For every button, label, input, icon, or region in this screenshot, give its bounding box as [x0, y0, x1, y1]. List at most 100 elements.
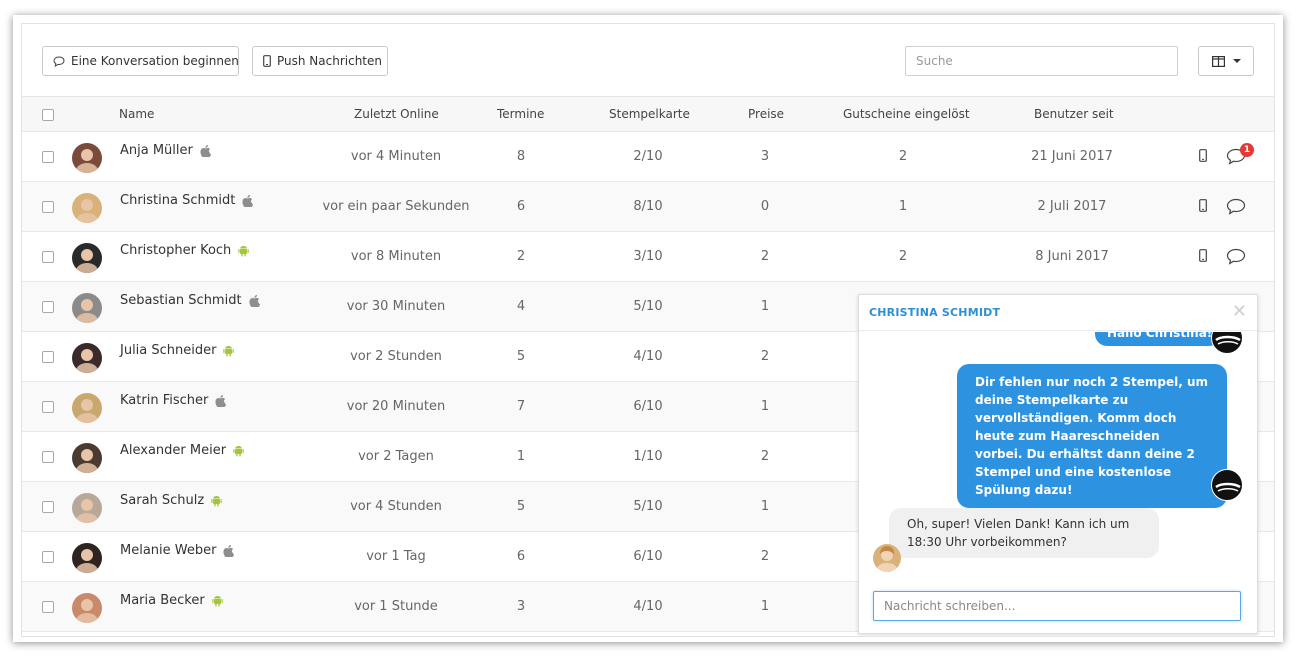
- appointments-cell: 5: [516, 349, 526, 364]
- column-header-user-since[interactable]: Benutzer seit: [1034, 107, 1114, 121]
- chat-message-text: Dir fehlen nur noch 2 Stempel, um deine …: [975, 375, 1209, 497]
- stamp-card-cell: 4/10: [633, 349, 663, 364]
- start-conversation-button[interactable]: Eine Konversation beginnen: [42, 46, 239, 76]
- push-messages-button[interactable]: Push Nachrichten: [252, 46, 388, 76]
- mobile-phone-icon[interactable]: [1199, 147, 1207, 166]
- stamp-card-cell: 3/10: [633, 249, 663, 264]
- user-name-cell[interactable]: Christina Schmidt: [120, 193, 254, 208]
- mobile-phone-icon[interactable]: [1199, 197, 1207, 216]
- unread-badge: 1: [1240, 143, 1254, 157]
- column-toggle-button[interactable]: [1198, 46, 1254, 76]
- stamp-card-cell: 4/10: [633, 599, 663, 614]
- search-input[interactable]: [905, 46, 1178, 76]
- user-since-cell: 8 Juni 2017: [1035, 249, 1109, 264]
- stamp-card-cell: 5/10: [633, 299, 663, 314]
- start-conversation-label: Eine Konversation beginnen: [71, 54, 239, 68]
- appointments-cell: 8: [516, 149, 526, 164]
- user-name: Sebastian Schmidt: [120, 293, 242, 308]
- stamp-card-cell: 5/10: [633, 499, 663, 514]
- user-name-cell[interactable]: Melanie Weber: [120, 543, 235, 558]
- prizes-cell: 3: [760, 149, 770, 164]
- stamp-card-cell: 6/10: [633, 549, 663, 564]
- avatar: [72, 443, 102, 473]
- android-icon: [212, 595, 223, 607]
- stamp-card-cell: 2/10: [633, 149, 663, 164]
- android-icon: [211, 495, 222, 507]
- chat-messages: Hallo Christina! Dir fehlen nur noch 2 S…: [859, 332, 1257, 580]
- row-checkbox[interactable]: [42, 251, 54, 263]
- user-name-cell[interactable]: Christopher Koch: [120, 243, 249, 258]
- user-since-cell: 21 Juni 2017: [1031, 149, 1113, 164]
- mobile-phone-icon: [263, 55, 271, 67]
- appointments-cell: 3: [516, 599, 526, 614]
- user-name-cell[interactable]: Julia Schneider: [120, 343, 235, 358]
- last-online-cell: vor 1 Tag: [366, 549, 426, 564]
- appointments-cell: 5: [516, 499, 526, 514]
- user-name-cell[interactable]: Sebastian Schmidt: [120, 293, 260, 308]
- user-name: Anja Müller: [120, 143, 193, 158]
- table-row[interactable]: Anja Müller vor 4 Minuten 8 2/10 3 2 21 Juni 2…: [22, 132, 1274, 182]
- last-online-cell: vor 20 Minuten: [346, 399, 446, 414]
- user-name: Julia Schneider: [120, 343, 217, 358]
- chat-icon[interactable]: [1226, 248, 1246, 269]
- chat-title: CHRISTINA SCHMIDT: [869, 306, 1001, 319]
- user-name-cell[interactable]: Maria Becker: [120, 593, 223, 608]
- prizes-cell: 1: [760, 299, 770, 314]
- avatar: [72, 593, 102, 623]
- chat-message-outgoing: Hallo Christina!: [1095, 332, 1221, 346]
- user-name-cell[interactable]: Alexander Meier: [120, 443, 244, 458]
- prizes-cell: 1: [760, 599, 770, 614]
- chat-message-text: Hallo Christina!: [1107, 332, 1213, 340]
- prizes-cell: 2: [760, 249, 770, 264]
- last-online-cell: vor 2 Stunden: [350, 349, 442, 364]
- row-checkbox[interactable]: [42, 401, 54, 413]
- column-header-name[interactable]: Name: [119, 107, 154, 121]
- column-header-vouchers[interactable]: Gutscheine eingelöst: [843, 107, 970, 121]
- apple-icon: [215, 394, 227, 407]
- close-icon[interactable]: ✕: [1232, 301, 1247, 322]
- user-name: Christina Schmidt: [120, 193, 236, 208]
- table-header: Name Zuletzt Online Termine Stempelkarte…: [22, 96, 1274, 132]
- user-since-cell: 2 Juli 2017: [1037, 199, 1107, 214]
- table-row[interactable]: Christopher Koch vor 8 Minuten 2 3/10 2 2 8 Ju…: [22, 232, 1274, 282]
- row-checkbox[interactable]: [42, 601, 54, 613]
- stamp-card-cell: 6/10: [633, 399, 663, 414]
- row-checkbox[interactable]: [42, 501, 54, 513]
- appointments-cell: 6: [516, 549, 526, 564]
- avatar: [72, 493, 102, 523]
- android-icon: [233, 445, 244, 457]
- row-checkbox[interactable]: [42, 201, 54, 213]
- user-name: Sarah Schulz: [120, 493, 205, 508]
- apple-icon: [223, 544, 235, 557]
- last-online-cell: vor 4 Minuten: [350, 149, 442, 164]
- customer-avatar: [873, 544, 901, 572]
- business-avatar: [1211, 332, 1243, 354]
- chat-icon[interactable]: [1226, 198, 1246, 219]
- last-online-cell: vor 4 Stunden: [350, 499, 442, 514]
- prizes-cell: 1: [760, 399, 770, 414]
- column-header-appointments[interactable]: Termine: [497, 107, 544, 121]
- user-name: Maria Becker: [120, 593, 205, 608]
- mobile-phone-icon[interactable]: [1199, 247, 1207, 266]
- chat-message-incoming: Oh, super! Vielen Dank! Kann ich um 18:3…: [889, 508, 1159, 558]
- column-header-stamp-card[interactable]: Stempelkarte: [609, 107, 690, 121]
- avatar: [72, 193, 102, 223]
- last-online-cell: vor 30 Minuten: [346, 299, 446, 314]
- row-checkbox[interactable]: [42, 451, 54, 463]
- user-name-cell[interactable]: Katrin Fischer: [120, 393, 227, 408]
- row-checkbox[interactable]: [42, 151, 54, 163]
- apple-icon: [242, 194, 254, 207]
- column-header-prizes[interactable]: Preise: [748, 107, 784, 121]
- table-row[interactable]: Christina Schmidt vor ein paar Sekunden 6 8…: [22, 182, 1274, 232]
- row-checkbox[interactable]: [42, 351, 54, 363]
- chat-message-input[interactable]: [873, 591, 1241, 621]
- users-panel: Eine Konversation beginnen Push Nachrich…: [21, 23, 1275, 637]
- column-header-last-online[interactable]: Zuletzt Online: [354, 107, 439, 121]
- user-name-cell[interactable]: Anja Müller: [120, 143, 211, 158]
- user-name-cell[interactable]: Sarah Schulz: [120, 493, 222, 508]
- row-checkbox[interactable]: [42, 301, 54, 313]
- row-checkbox[interactable]: [42, 551, 54, 563]
- select-all-checkbox[interactable]: [42, 109, 54, 121]
- apple-icon: [200, 144, 211, 157]
- avatar: [72, 293, 102, 323]
